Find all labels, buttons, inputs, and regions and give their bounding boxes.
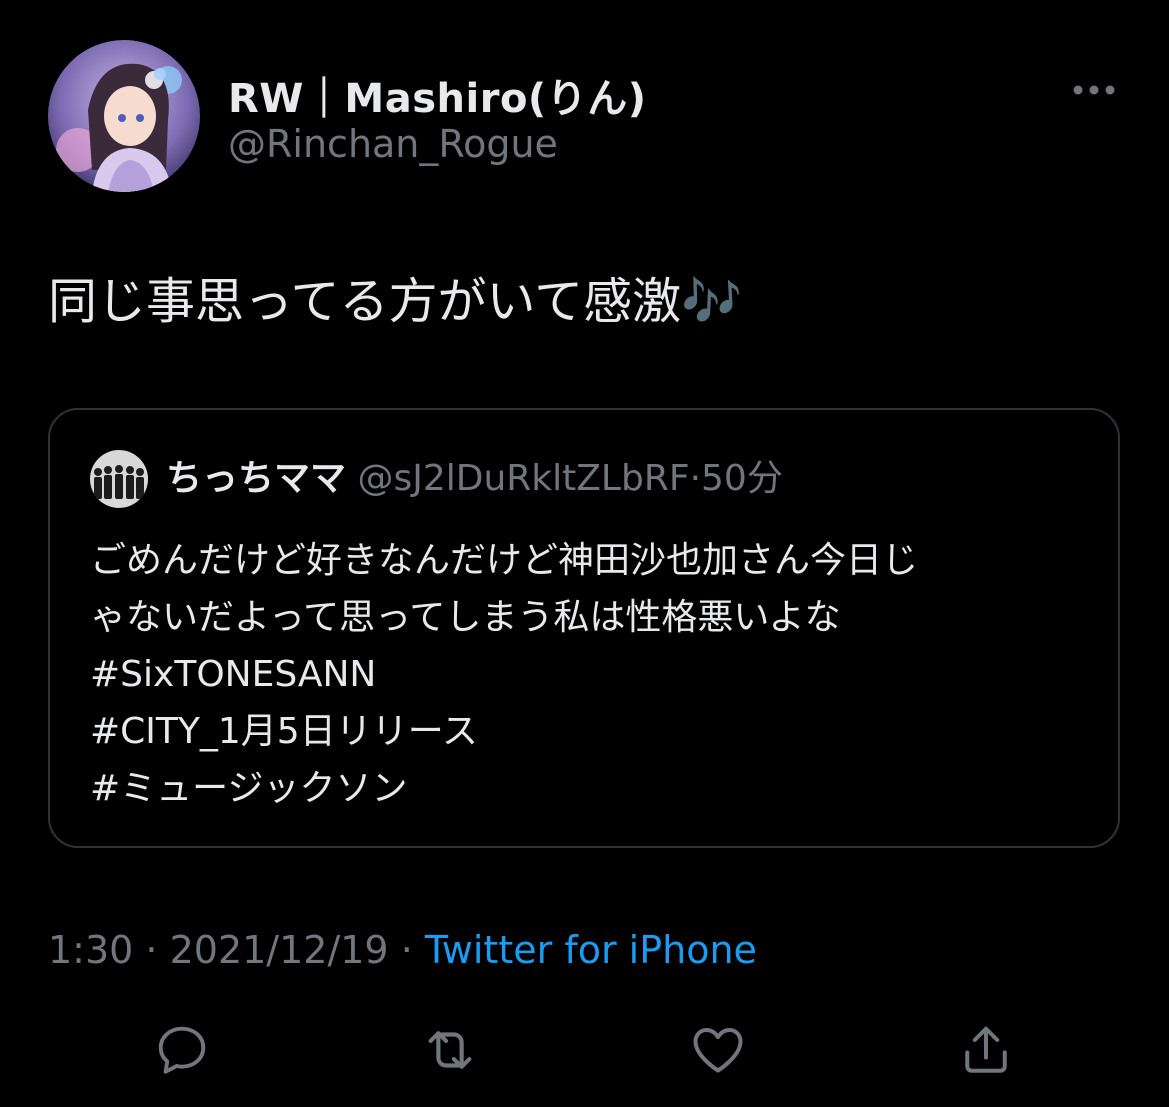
reply-icon [158, 1026, 206, 1074]
meta-separator: · [133, 928, 170, 972]
quoted-tweet-time: 50分 [701, 458, 783, 499]
author-handle[interactable]: @Rinchan_Rogue [228, 122, 558, 166]
retweet-button[interactable] [418, 1018, 482, 1082]
more-button[interactable] [1068, 74, 1120, 106]
heart-icon [693, 1028, 743, 1073]
hashtag-city[interactable]: #CITY_1月5日リリース [90, 703, 918, 760]
quoted-separator: · [689, 458, 702, 499]
share-button[interactable] [954, 1018, 1018, 1082]
author-display-name[interactable]: RW｜Mashiro(りん) [228, 66, 646, 124]
more-icon [1073, 85, 1115, 95]
meta-separator: · [388, 928, 425, 972]
quoted-text-line: ゃないだよって思ってしまう私は性格悪いよな [90, 597, 841, 638]
reply-button[interactable] [150, 1018, 214, 1082]
quoted-author-avatar [90, 450, 148, 508]
tweet-time[interactable]: 1:30 [48, 928, 133, 972]
tweet-metadata: 1:30 · 2021/12/19 · Twitter for iPhone [48, 924, 757, 976]
tweet-text: 同じ事思ってる方がいて感激🎶 [48, 273, 743, 330]
like-button[interactable] [686, 1018, 750, 1082]
quoted-tweet-header: ちっちママ @sJ2lDuRkltZLbRF·50分 [166, 454, 783, 504]
hashtag-musicson[interactable]: #ミュージックソン [90, 760, 918, 817]
quoted-tweet-card[interactable]: ちっちママ @sJ2lDuRkltZLbRF·50分 ごめんだけど好きなんだけど… [48, 408, 1120, 848]
retweet-icon [428, 1031, 472, 1069]
tweet-date[interactable]: 2021/12/19 [170, 928, 389, 972]
tweet-source-link[interactable]: Twitter for iPhone [425, 928, 757, 972]
quoted-tweet-text: ごめんだけど好きなんだけど神田沙也加さん今日じ ゃないだよって思ってしまう私は性… [90, 532, 918, 817]
share-icon [965, 1026, 1007, 1073]
tweet-action-bar [0, 1018, 1169, 1088]
quoted-author-name: ちっちママ [166, 458, 347, 499]
hashtag-sixtonesann[interactable]: #SixTONESANN [90, 646, 918, 703]
quoted-text-line: ごめんだけど好きなんだけど神田沙也加さん今日じ [90, 540, 919, 581]
anime-avatar-icon [48, 40, 200, 192]
quoted-author-handle: @sJ2lDuRkltZLbRF [357, 458, 690, 499]
group-photo-avatar-icon [90, 450, 148, 508]
author-avatar[interactable] [48, 40, 200, 192]
